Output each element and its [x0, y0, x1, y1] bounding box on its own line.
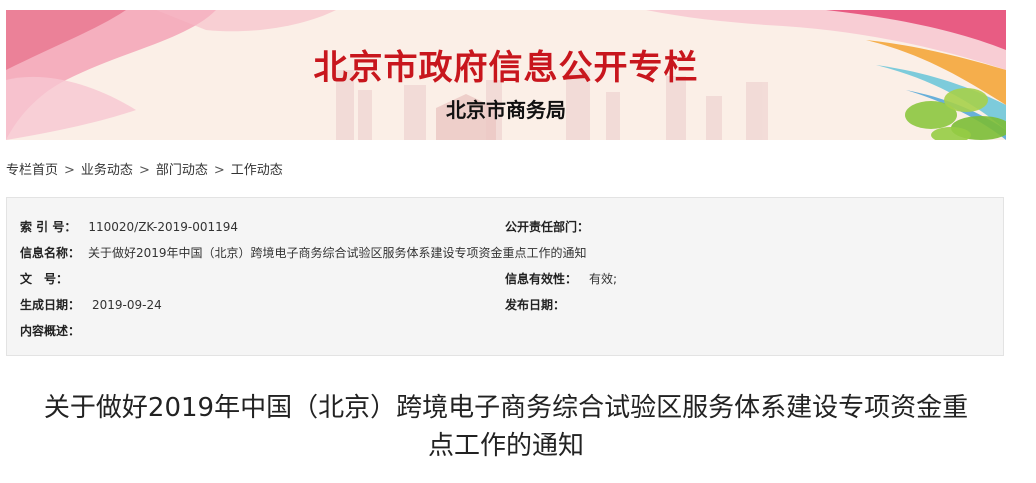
info-name-label: 信息名称：	[20, 246, 81, 260]
info-department: 公开责任部门：	[505, 218, 601, 235]
info-index-value: 110020/ZK-2019-001194	[88, 220, 239, 234]
info-doc-number-label: 文 号：	[20, 272, 69, 286]
info-created-date-value: 2019-09-24	[92, 298, 162, 312]
banner-subtitle: 北京市商务局	[446, 98, 566, 122]
info-summary: 内容概述：	[20, 322, 92, 339]
header-banner: 北京市政府信息公开专栏 北京市商务局	[6, 10, 1006, 140]
breadcrumb-separator: >	[64, 163, 75, 178]
breadcrumb-business-news-link[interactable]: 业务动态	[81, 163, 133, 178]
info-published-date: 发布日期：	[505, 296, 577, 313]
breadcrumb-separator: >	[213, 163, 225, 178]
info-name-value: 关于做好2019年中国（北京）跨境电子商务综合试验区服务体系建设专项资金重点工作…	[88, 246, 587, 260]
info-department-label: 公开责任部门：	[505, 220, 590, 234]
info-index: 索 引 号： 110020/ZK-2019-001194	[20, 218, 238, 235]
breadcrumb-work-news-link[interactable]: 工作动态	[231, 163, 283, 178]
info-created-date: 生成日期： 2019-09-24	[20, 296, 162, 313]
breadcrumb-home-link[interactable]: 专栏首页	[6, 163, 58, 178]
article-title: 关于做好2019年中国（北京）跨境电子商务综合试验区服务体系建设专项资金重 点工…	[6, 389, 1006, 465]
info-validity-value: 有效;	[589, 272, 618, 286]
info-name: 信息名称： 关于做好2019年中国（北京）跨境电子商务综合试验区服务体系建设专项资…	[20, 244, 587, 261]
info-validity: 信息有效性： 有效;	[505, 270, 617, 287]
breadcrumb-department-news-link[interactable]: 部门动态	[156, 163, 208, 178]
info-summary-label: 内容概述：	[20, 324, 81, 338]
banner-title: 北京市政府信息公开专栏	[313, 48, 699, 88]
info-created-date-label: 生成日期：	[20, 298, 81, 312]
breadcrumb: 专栏首页 > 业务动态 > 部门动态 > 工作动态	[6, 159, 283, 178]
article-title-line-1: 关于做好2019年中国（北京）跨境电子商务综合试验区服务体系建设专项资金重	[43, 393, 969, 423]
breadcrumb-separator: >	[138, 163, 150, 178]
info-index-label: 索 引 号：	[20, 220, 77, 234]
article-title-line-2: 点工作的通知	[427, 431, 584, 461]
info-published-date-label: 发布日期：	[505, 298, 566, 312]
info-doc-number: 文 号：	[20, 270, 80, 287]
info-validity-label: 信息有效性：	[505, 272, 578, 286]
document-info-box: 索 引 号： 110020/ZK-2019-001194 公开责任部门： 信息名称…	[6, 197, 1004, 356]
